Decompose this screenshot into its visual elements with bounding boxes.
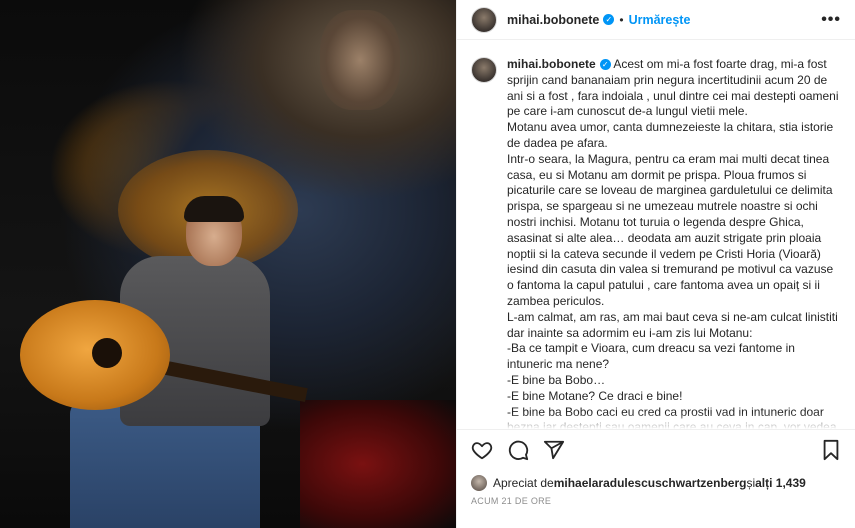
avatar[interactable]: [471, 6, 497, 33]
drum-kit: [300, 400, 456, 528]
share-icon[interactable]: [543, 439, 565, 461]
musician-hair: [184, 196, 244, 222]
comment-icon[interactable]: [507, 439, 529, 461]
username[interactable]: mihai.bobonete: [507, 13, 599, 27]
likes-prefix: Apreciat de: [493, 476, 554, 490]
caption-paragraph: Intr-o seara, la Magura, pentru ca eram …: [507, 151, 834, 308]
post-header: mihai.bobonete ✓ • Urmărește •••: [457, 0, 855, 40]
heart-icon[interactable]: [471, 439, 493, 461]
screen-projection-face: [320, 10, 400, 110]
likes-count[interactable]: alți 1,439: [755, 476, 806, 490]
caption-paragraph: -E bine ba Bobo…: [507, 372, 606, 387]
caption-avatar[interactable]: [471, 57, 497, 83]
caption-fade: [457, 413, 855, 429]
caption-text: mihai.bobonete ✓ Acest om mi-a fost foart…: [507, 57, 841, 429]
verified-badge-icon: ✓: [603, 14, 615, 25]
more-options-icon[interactable]: •••: [821, 11, 841, 29]
actions-bar: Apreciat de mihaelaradulescuschwartzenbe…: [457, 429, 855, 506]
post-sidebar: mihai.bobonete ✓ • Urmărește ••• mihai.b…: [456, 0, 855, 528]
follow-button[interactable]: Urmărește: [629, 13, 691, 27]
guitar-soundhole: [92, 338, 122, 368]
caption-paragraph: Motanu avea umor, canta dumnezeieste la …: [507, 120, 834, 150]
caption-scroll-area[interactable]: mihai.bobonete ✓ Acest om mi-a fost foart…: [457, 41, 855, 429]
post-image[interactable]: [0, 0, 456, 528]
caption-author[interactable]: mihai.bobonete: [507, 57, 596, 71]
bookmark-icon[interactable]: [821, 439, 841, 461]
caption-paragraph: -E bine Motane? Ce draci e bine!: [507, 388, 683, 403]
caption-paragraph: L-am calmat, am ras, am mai baut ceva si…: [507, 309, 838, 340]
post-timestamp[interactable]: ACUM 21 DE ORE: [471, 496, 841, 506]
separator-dot: •: [619, 12, 624, 27]
liker-username[interactable]: mihaelaradulescuschwartzenberg: [554, 476, 747, 490]
likes-middle: și: [746, 476, 756, 490]
likes-line: Apreciat de mihaelaradulescuschwartzenbe…: [471, 475, 841, 491]
liker-avatar[interactable]: [471, 475, 487, 491]
caption-verified-badge-icon: ✓: [599, 59, 611, 71]
action-icons: [471, 438, 841, 462]
caption-paragraph: -Ba ce tampit e Vioara, cum dreacu sa ve…: [507, 341, 795, 372]
